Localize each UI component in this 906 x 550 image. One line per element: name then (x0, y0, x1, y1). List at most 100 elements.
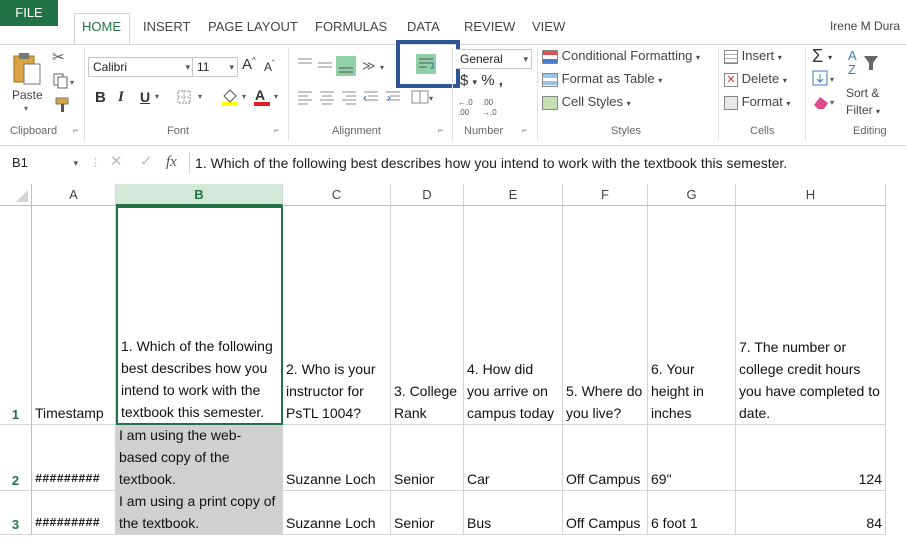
user-name[interactable]: Irene M Dura (830, 19, 900, 33)
cell-text: ######### (35, 516, 100, 530)
cell-f1[interactable]: 5. Where do you live? (563, 206, 648, 425)
font-color-icon[interactable]: A (252, 86, 272, 106)
accounting-format-icon[interactable]: $ ▾ % , (460, 72, 503, 89)
tab-insert[interactable]: INSERT (143, 19, 190, 34)
borders-icon[interactable] (176, 89, 196, 105)
tab-page-layout[interactable]: PAGE LAYOUT (208, 19, 298, 34)
cancel-icon[interactable]: ✕ (110, 151, 123, 173)
cell-f2[interactable]: Off Campus (563, 425, 648, 491)
column-header-c[interactable]: C (283, 184, 391, 206)
cell-b1[interactable]: 1. Which of the following best describes… (116, 206, 283, 425)
cell-e2[interactable]: Car (464, 425, 563, 491)
cell-d3[interactable]: Senior (391, 491, 464, 535)
wrap-text-button[interactable] (396, 40, 460, 88)
sort-label[interactable]: Sort & (846, 86, 879, 100)
styles-group-label: Styles (611, 125, 641, 137)
filter-label[interactable]: Filter ▾ (846, 103, 880, 117)
select-all-corner[interactable] (0, 184, 32, 206)
fill-icon[interactable]: ▾ (812, 70, 840, 88)
copy-icon[interactable]: ▾ (52, 72, 78, 90)
font-size-combo[interactable]: 11 ▾ (192, 57, 238, 77)
cell-h3[interactable]: 84 (736, 491, 886, 535)
chevron-down-icon[interactable]: ▾ (155, 92, 159, 101)
cell-h2[interactable]: 124 (736, 425, 886, 491)
sort-filter-icon[interactable]: AZ (846, 46, 882, 82)
cell-e3[interactable]: Bus (464, 491, 563, 535)
cell-b3[interactable]: I am using a print copy of the textbook. (116, 491, 283, 535)
cell-a1[interactable]: Timestamp (32, 206, 116, 425)
tab-file[interactable]: FILE (0, 0, 58, 26)
increase-font-icon[interactable]: A^ (242, 56, 256, 73)
insert-cells-icon (724, 49, 738, 64)
italic-icon[interactable]: I (118, 89, 124, 106)
insert-function-icon[interactable]: fx (166, 151, 177, 173)
row-header-3[interactable]: 3 (0, 491, 32, 535)
bold-icon[interactable]: B (95, 89, 106, 106)
formula-input[interactable]: 1. Which of the following best describes… (195, 152, 787, 174)
conditional-formatting-button[interactable]: Conditional Formatting ▾ (542, 48, 700, 64)
cell-b2[interactable]: I am using the web-based copy of the tex… (116, 425, 283, 491)
cell-c3[interactable]: Suzanne Loch (283, 491, 391, 535)
insert-cells-button[interactable]: Insert ▾ (724, 48, 782, 64)
cell-text: 7. The number or college credit hours yo… (739, 339, 880, 421)
vertical-align-icons[interactable]: ≫ ▾ (294, 54, 390, 78)
cut-icon[interactable]: ✂ (52, 48, 72, 66)
svg-text:→.0: →.0 (482, 108, 497, 117)
cell-styles-button[interactable]: Cell Styles ▾ (542, 94, 631, 110)
cell-c2[interactable]: Suzanne Loch (283, 425, 391, 491)
row-header-1[interactable]: 1 (0, 206, 32, 425)
formula-bar-divider: ⋮ (90, 157, 101, 169)
cell-d1[interactable]: 3. College Rank (391, 206, 464, 425)
underline-icon[interactable]: U (140, 89, 150, 105)
enter-check-icon[interactable]: ✓ (140, 151, 153, 173)
alignment-launcher-icon[interactable]: ⌐ (438, 125, 443, 135)
clipboard-launcher-icon[interactable]: ⌐ (73, 125, 78, 135)
clear-eraser-icon[interactable]: ▾ (812, 93, 840, 111)
fill-color-icon[interactable] (220, 86, 240, 106)
cell-h1[interactable]: 7. The number or college credit hours yo… (736, 206, 886, 425)
cell-a2[interactable]: ######### (32, 425, 116, 491)
paste-button[interactable]: Paste ▾ (10, 50, 44, 113)
cell-text: Off Campus (566, 471, 641, 487)
separator (718, 48, 719, 140)
column-header-e[interactable]: E (464, 184, 563, 206)
chevron-down-icon[interactable]: ▾ (274, 92, 278, 101)
font-launcher-icon[interactable]: ⌐ (274, 125, 279, 135)
tab-data[interactable]: DATA (407, 19, 440, 34)
column-header-a[interactable]: A (32, 184, 116, 206)
column-header-b[interactable]: B (116, 184, 283, 206)
column-header-d[interactable]: D (391, 184, 464, 206)
decimal-adjust-icons[interactable]: ←.0.00.00 →.0 (458, 96, 504, 118)
tab-view[interactable]: VIEW (532, 19, 565, 34)
tab-home[interactable]: HOME (82, 19, 121, 34)
format-cells-button[interactable]: Format ▾ (724, 94, 790, 110)
name-box[interactable]: B1 ▾ (6, 152, 82, 174)
cell-g1[interactable]: 6. Your height in inches (648, 206, 736, 425)
tab-formulas[interactable]: FORMULAS (315, 19, 387, 34)
number-launcher-icon[interactable]: ⌐ (522, 125, 527, 135)
cell-text: Car (467, 471, 490, 487)
decrease-font-icon[interactable]: Aˇ (264, 59, 275, 74)
number-format-combo[interactable]: General ▾ (456, 49, 532, 69)
autosum-icon[interactable]: Σ ▾ (812, 46, 832, 67)
cell-d2[interactable]: Senior (391, 425, 464, 491)
cell-a3[interactable]: ######### (32, 491, 116, 535)
paste-label: Paste (12, 88, 43, 102)
format-painter-icon[interactable] (52, 96, 72, 114)
cell-c1[interactable]: 2. Who is your instructor for PsTL 1004? (283, 206, 391, 425)
cell-e1[interactable]: 4. How did you arrive on campus today (464, 206, 563, 425)
chevron-down-icon[interactable]: ▾ (198, 92, 202, 101)
cell-f3[interactable]: Off Campus (563, 491, 648, 535)
column-header-g[interactable]: G (648, 184, 736, 206)
horizontal-align-icons[interactable]: ▾ (294, 87, 434, 109)
delete-cells-button[interactable]: ✕ Delete ▾ (724, 71, 787, 87)
tab-review[interactable]: REVIEW (464, 19, 515, 34)
font-name-combo[interactable]: Calibri ▾ (88, 57, 194, 77)
cell-g2[interactable]: 69" (648, 425, 736, 491)
column-header-f[interactable]: F (563, 184, 648, 206)
format-as-table-button[interactable]: Format as Table ▾ (542, 71, 662, 87)
cell-g3[interactable]: 6 foot 1 (648, 491, 736, 535)
chevron-down-icon[interactable]: ▾ (242, 92, 246, 101)
column-header-h[interactable]: H (736, 184, 886, 206)
row-header-2[interactable]: 2 (0, 425, 32, 491)
